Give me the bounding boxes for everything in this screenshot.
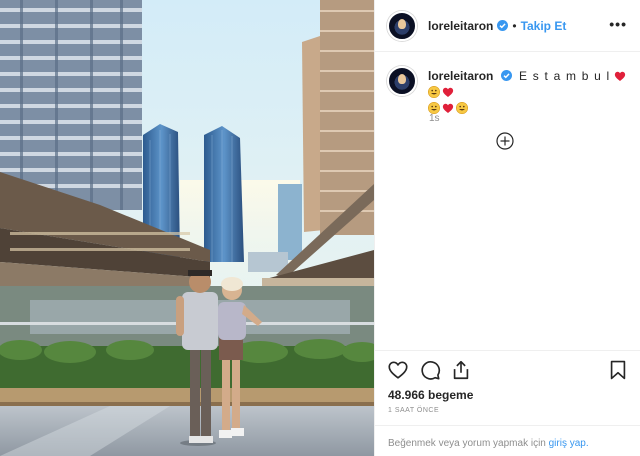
avatar[interactable] [387,66,417,96]
username-link[interactable]: loreleitaron [428,19,493,33]
red-heart-emoji [442,87,454,97]
heart-outline-icon[interactable] [387,359,409,381]
city-photo-illustration [0,0,374,456]
more-options-button[interactable]: ••• [609,16,627,32]
login-prompt-text: Beğenmek veya yorum yapmak için [388,438,549,449]
post-side-panel: loreleitaron • Takip Et ••• loreleitaron… [374,0,640,456]
caption-username-link[interactable]: loreleitaron [428,69,493,83]
post-header: loreleitaron • Takip Et ••• [375,0,640,52]
separator-dot: • [512,18,517,33]
speech-bubble-icon[interactable] [419,359,441,381]
bookmark-icon[interactable] [607,359,629,381]
caption-comment: loreleitaron E s t a m b u l [387,66,629,116]
grinning-face-emoji [456,102,468,114]
plus-circle-icon[interactable] [496,132,514,150]
caption-text: loreleitaron E s t a m b u l [428,68,629,116]
like-count[interactable]: 48.966 begeme [388,388,473,402]
verified-badge-icon [497,20,509,31]
login-link[interactable]: giriş yap. [549,438,589,449]
avatar[interactable] [387,10,417,41]
red-heart-emoji [442,103,454,113]
post-actions: 48.966 begeme 1 SAAT ÖNCE Beğenmek veya … [375,350,640,456]
caption-timestamp: 1s [429,113,440,124]
red-heart-emoji [614,71,625,81]
caption-words: E s t a m b u l [519,69,611,83]
post-age: 1 SAAT ÖNCE [388,407,440,414]
follow-button[interactable]: Takip Et [521,19,567,33]
verified-badge-icon [500,70,512,81]
grinning-face-emoji [428,86,440,98]
post-photo[interactable] [0,0,374,456]
share-upload-icon[interactable] [450,359,472,381]
login-prompt: Beğenmek veya yorum yapmak için giriş ya… [375,425,640,456]
